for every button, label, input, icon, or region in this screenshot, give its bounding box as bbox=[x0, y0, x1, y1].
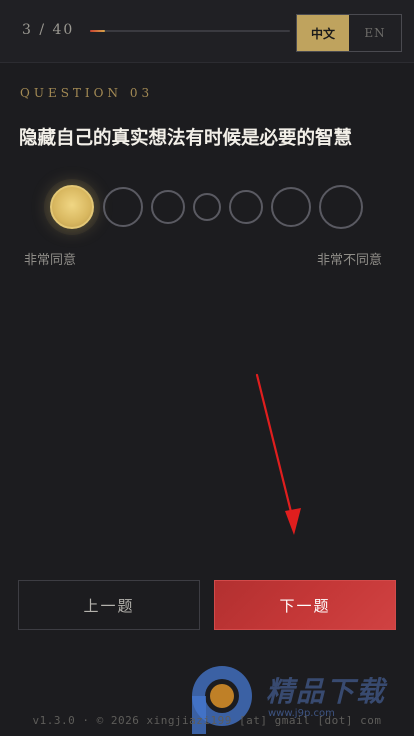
scale-option-4[interactable] bbox=[193, 193, 221, 221]
lang-zh-button[interactable]: 中文 bbox=[297, 15, 349, 51]
scale-option-6[interactable] bbox=[271, 187, 311, 227]
language-switch: 中文 EN bbox=[296, 14, 402, 52]
version-footer: v1.3.0 · © 2026 xingjiazi199 [at] gmail … bbox=[32, 714, 382, 727]
lang-en-button[interactable]: EN bbox=[349, 15, 401, 51]
scale-right-label: 非常不同意 bbox=[317, 253, 383, 268]
scale-option-1[interactable] bbox=[50, 185, 94, 229]
progress-fill bbox=[90, 30, 105, 32]
question-text: 隐藏自己的真实想法有时候是必要的智慧 bbox=[19, 128, 353, 149]
top-bar: 3 / 40 中文 EN bbox=[0, 0, 414, 63]
scale-option-2[interactable] bbox=[103, 187, 143, 227]
question-counter: 3 / 40 bbox=[22, 22, 75, 38]
scale-option-5[interactable] bbox=[229, 190, 263, 224]
watermark-text: 精品下载 bbox=[266, 675, 387, 708]
scale-left-label: 非常同意 bbox=[24, 253, 77, 268]
scale-option-7[interactable] bbox=[319, 185, 363, 229]
prev-question-button[interactable]: 上一题 bbox=[18, 580, 200, 630]
arrow-down-icon bbox=[255, 373, 301, 535]
scale-option-3[interactable] bbox=[151, 190, 185, 224]
agreement-scale bbox=[0, 178, 414, 238]
quiz-page: 3 / 40 中文 EN QUESTION 03 隐藏自己的真实想法有时候是必要… bbox=[0, 0, 414, 736]
question-label: QUESTION 03 bbox=[20, 86, 154, 100]
progress-bar bbox=[90, 30, 290, 32]
next-question-button[interactable]: 下一题 bbox=[214, 580, 396, 630]
